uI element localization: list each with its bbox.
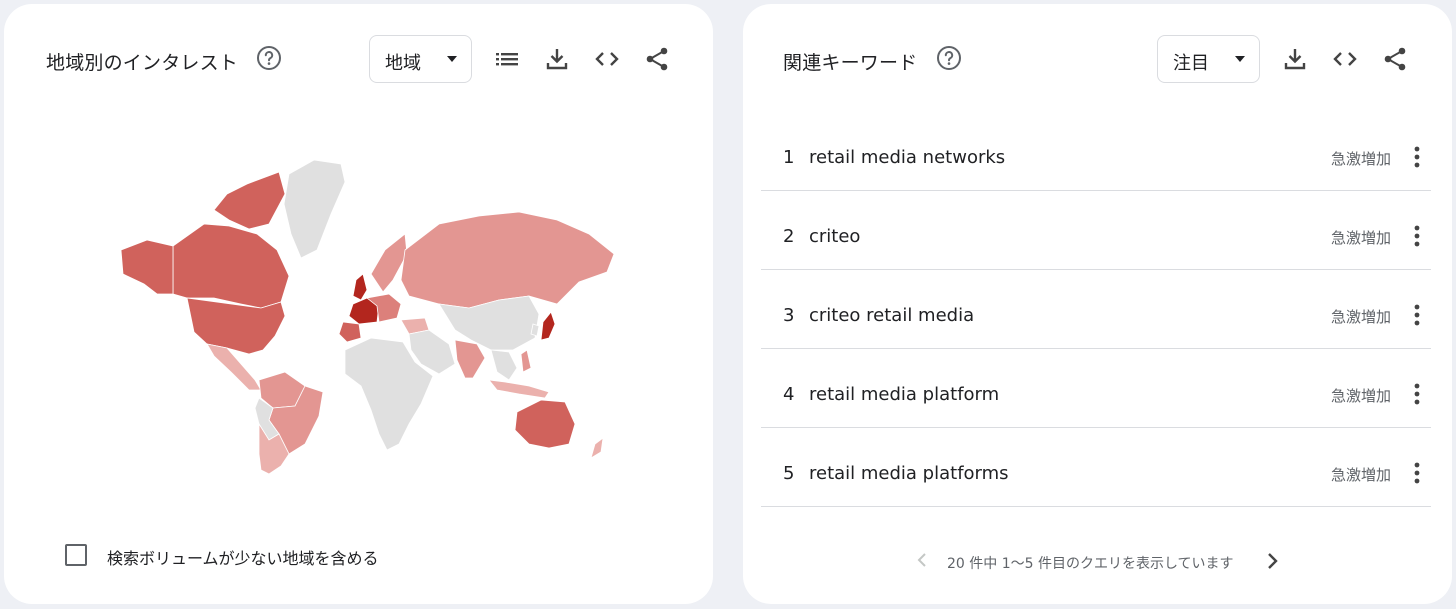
status-label: 急激増加	[1330, 308, 1391, 326]
chevron-right-icon[interactable]	[1264, 552, 1280, 570]
region-united-kingdom[interactable]	[352, 273, 368, 301]
region-united-states[interactable]	[186, 297, 286, 355]
query-link[interactable]: retail media networks	[809, 147, 1005, 168]
region-russia[interactable]	[400, 211, 615, 309]
world-map	[120, 159, 615, 475]
query-link[interactable]: retail media platform	[809, 384, 999, 405]
more-vert-icon[interactable]	[1411, 461, 1423, 485]
query-rank: 2	[783, 226, 795, 247]
region-australia[interactable]	[514, 399, 576, 449]
query-rank: 4	[783, 384, 795, 405]
region-new-zealand[interactable]	[590, 437, 604, 459]
dropdown-value: 注目	[1173, 53, 1209, 74]
chevron-down-icon	[447, 56, 457, 62]
region-greenland[interactable]	[283, 159, 346, 259]
share-icon[interactable]	[644, 46, 670, 72]
list-item[interactable]: 2 criteo 急激増加	[761, 191, 1431, 270]
chevron-down-icon	[1235, 56, 1245, 62]
region-southeast-asia[interactable]	[490, 349, 518, 381]
query-rank: 1	[783, 147, 795, 168]
query-type-dropdown[interactable]: 注目	[1157, 35, 1260, 83]
help-icon[interactable]	[256, 45, 282, 71]
region-india[interactable]	[454, 339, 486, 379]
help-icon[interactable]	[936, 45, 962, 71]
region-spain[interactable]	[338, 321, 362, 343]
download-icon[interactable]	[544, 46, 570, 72]
list-item[interactable]: 4 retail media platform 急激増加	[761, 349, 1431, 428]
region-alaska[interactable]	[120, 239, 174, 295]
pagination-text: 20 件中 1～5 件目のクエリを表示しています	[947, 556, 1234, 572]
list-item[interactable]: 3 criteo retail media 急激増加	[761, 270, 1431, 349]
low-volume-checkbox[interactable]	[65, 544, 87, 566]
checkbox-label: 検索ボリュームが少ない地域を含める	[107, 549, 379, 568]
chevron-left-icon	[917, 553, 926, 567]
list-icon[interactable]	[494, 46, 520, 72]
status-label: 急激増加	[1330, 229, 1391, 247]
query-link[interactable]: criteo	[809, 226, 860, 247]
more-vert-icon[interactable]	[1411, 382, 1423, 406]
region-canada[interactable]	[172, 223, 290, 309]
share-icon[interactable]	[1382, 46, 1408, 72]
card-title: 関連キーワード	[783, 52, 918, 74]
embed-icon[interactable]	[1332, 46, 1358, 72]
interest-by-region-card: 地域別のインタレスト 地域 検索ボリュームが少ない地域を含める	[4, 4, 713, 604]
more-vert-icon[interactable]	[1411, 145, 1423, 169]
region-philippines[interactable]	[520, 349, 532, 373]
status-label: 急激増加	[1330, 466, 1391, 484]
related-queries-card: 関連キーワード 注目 1 retail media networks 急激増加 …	[743, 4, 1452, 604]
card-title: 地域別のインタレスト	[46, 52, 239, 74]
query-link[interactable]: retail media platforms	[809, 463, 1009, 484]
query-rank: 5	[783, 463, 795, 484]
region-indonesia[interactable]	[488, 379, 550, 399]
status-label: 急激増加	[1330, 387, 1391, 405]
list-item[interactable]: 1 retail media networks 急激増加	[761, 112, 1431, 191]
download-icon[interactable]	[1282, 46, 1308, 72]
region-level-dropdown[interactable]: 地域	[369, 35, 472, 83]
more-vert-icon[interactable]	[1411, 303, 1423, 327]
region-canada-arctic[interactable]	[213, 171, 286, 230]
dropdown-value: 地域	[385, 53, 421, 74]
status-label: 急激増加	[1330, 150, 1391, 168]
more-vert-icon[interactable]	[1411, 224, 1423, 248]
query-rank: 3	[783, 305, 795, 326]
region-japan[interactable]	[540, 311, 556, 341]
embed-icon[interactable]	[594, 46, 620, 72]
list-item[interactable]: 5 retail media platforms 急激増加	[761, 428, 1431, 507]
region-scandinavia[interactable]	[370, 233, 408, 293]
query-link[interactable]: criteo retail media	[809, 305, 974, 326]
